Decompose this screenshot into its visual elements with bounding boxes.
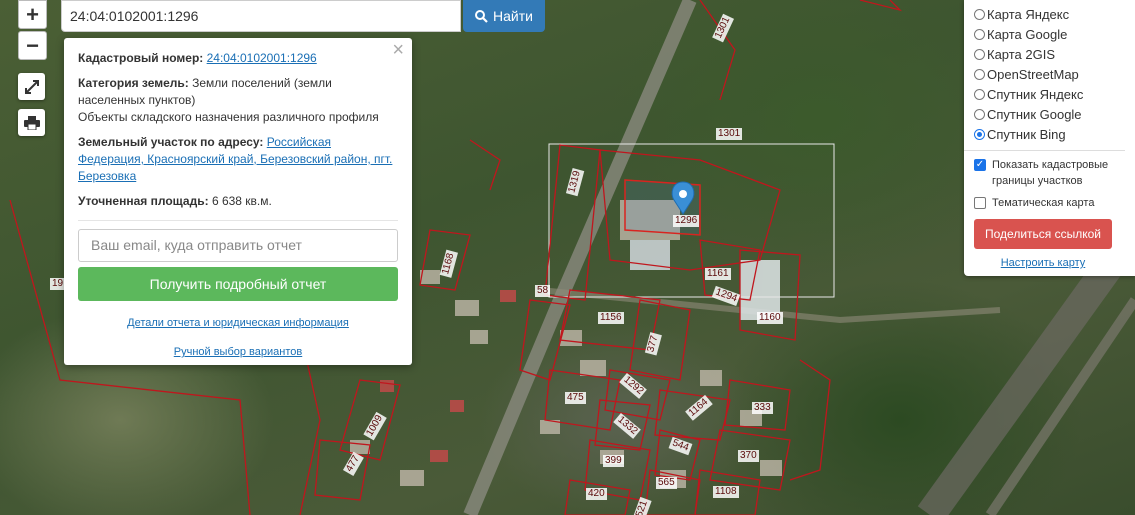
radio-button[interactable] — [974, 88, 985, 100]
layer-option-yandex-map[interactable]: Карта Яндекс — [974, 4, 1135, 24]
radio-button-selected[interactable] — [974, 128, 985, 140]
checkbox-checked[interactable]: ✓ — [974, 159, 986, 171]
close-icon[interactable]: × — [392, 40, 404, 60]
layer-option-yandex-satellite[interactable]: Спутник Яндекс — [974, 84, 1135, 104]
share-link-button[interactable]: Поделиться ссылкой — [974, 219, 1112, 249]
search-icon — [475, 9, 488, 23]
plot-label: 19 — [50, 278, 66, 290]
cadastral-number-link[interactable]: 24:04:0102001:1296 — [207, 51, 317, 65]
search-button[interactable]: Найти — [463, 0, 545, 32]
layer-option-label: Спутник Google — [987, 106, 1082, 122]
plot-label: 1108 — [713, 486, 739, 498]
search-input[interactable]: 24:04:0102001:1296 — [61, 0, 461, 32]
zoom-out-button[interactable]: − — [18, 31, 47, 60]
layer-option-label: Карта Яндекс — [987, 6, 1070, 22]
plot-label: 1161 — [705, 268, 731, 280]
layer-option-label: Карта Google — [987, 26, 1068, 42]
plot-label: 420 — [586, 488, 607, 500]
layer-option-osm[interactable]: OpenStreetMap — [974, 64, 1135, 84]
show-boundaries-label: Показать кадастровые границы участков — [992, 159, 1109, 187]
layer-option-label: Спутник Bing — [987, 126, 1066, 142]
radio-button[interactable] — [974, 68, 985, 80]
plot-label: 399 — [603, 455, 624, 467]
plot-label: 333 — [752, 402, 773, 414]
print-icon — [23, 115, 40, 130]
layer-option-label: Спутник Яндекс — [987, 86, 1084, 102]
divider — [964, 150, 1125, 151]
plot-label: 1160 — [757, 312, 783, 324]
layer-option-google-map[interactable]: Карта Google — [974, 24, 1135, 44]
layer-option-bing-satellite[interactable]: Спутник Bing — [974, 124, 1135, 144]
plot-label: 565 — [656, 477, 677, 489]
checkbox[interactable] — [974, 197, 986, 209]
layer-option-label: OpenStreetMap — [987, 66, 1079, 82]
radio-button[interactable] — [974, 28, 985, 40]
search-button-label: Найти — [493, 8, 533, 24]
print-button[interactable] — [18, 109, 45, 136]
plot-label: 1296 — [673, 215, 700, 227]
zoom-in-button[interactable]: + — [18, 0, 47, 29]
configure-map-link[interactable]: Настроить карту — [974, 257, 1112, 269]
radio-button[interactable] — [974, 8, 985, 20]
area-value: 6 638 кв.м. — [211, 194, 272, 208]
manual-selection-link[interactable]: Ручной выбор вариантов — [78, 344, 398, 361]
plot-label: 475 — [565, 392, 586, 404]
radio-button[interactable] — [974, 108, 985, 120]
layer-option-2gis-map[interactable]: Карта 2GIS — [974, 44, 1135, 64]
category-label: Категория земель: — [78, 76, 189, 90]
layer-option-google-satellite[interactable]: Спутник Google — [974, 104, 1135, 124]
plot-label: 1301 — [716, 128, 743, 140]
radio-button[interactable] — [974, 48, 985, 60]
parcel-info-popup: × Кадастровый номер: 24:04:0102001:1296 … — [64, 38, 412, 365]
address-label: Земельный участок по адресу: — [78, 135, 264, 149]
thematic-map-toggle[interactable]: Тематическая карта — [974, 195, 1135, 211]
plot-label: 1156 — [598, 312, 624, 324]
email-field[interactable]: Ваш email, куда отправить отчет — [78, 229, 398, 262]
show-boundaries-toggle[interactable]: ✓ Показать кадастровые границы участков — [974, 157, 1135, 189]
fullscreen-button[interactable] — [18, 73, 45, 100]
area-label: Уточненная площадь: — [78, 194, 209, 208]
expand-icon — [24, 79, 39, 94]
land-purpose: Объекты складского назначения различного… — [78, 110, 379, 124]
plot-label: 370 — [738, 450, 759, 462]
plot-label: 58 — [535, 285, 551, 297]
report-details-link[interactable]: Детали отчета и юридическая информация — [78, 315, 398, 332]
thematic-map-label: Тематическая карта — [992, 197, 1095, 209]
divider — [78, 220, 398, 221]
layer-option-label: Карта 2GIS — [987, 46, 1056, 62]
layer-switcher-panel: Карта Яндекс Карта Google Карта 2GIS Ope… — [964, 0, 1135, 276]
get-report-button[interactable]: Получить подробный отчет — [78, 267, 398, 301]
cadastral-label: Кадастровый номер: — [78, 51, 204, 65]
